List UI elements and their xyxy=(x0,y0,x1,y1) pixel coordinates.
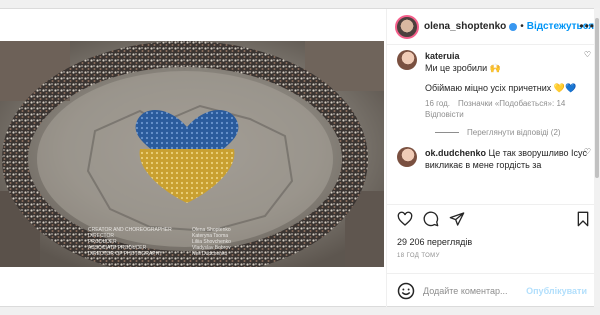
comment-meta: 16 год. Позначки «Подобається»: 14 Відпов… xyxy=(425,98,587,120)
comment-item: ok.dudchenko Це так зворушливо Ісус викл… xyxy=(397,147,591,171)
credits-names: Olena Shoptenko Kateryna Tsoma Liliia Sh… xyxy=(192,227,231,257)
reply-button[interactable]: Відповісти xyxy=(425,110,464,119)
credit-name: Neli Dudchenko xyxy=(192,251,228,257)
comment-author[interactable]: ok.dudchenko xyxy=(425,148,486,158)
comment-likes[interactable]: Позначки «Подобається»: 14 xyxy=(458,99,565,108)
post-header: olena_shoptenko • Відстежуться ••• xyxy=(387,9,600,45)
post-video[interactable]: CREATOR AND CHOREOGRAPHER DIRECTOR PRODU… xyxy=(0,41,384,267)
comment-item: kateruia Ми це зробили 🙌 Обіймаю міцно у… xyxy=(397,50,591,94)
bookmark-icon[interactable] xyxy=(575,211,591,227)
post-time-ago: 18 ГОД ТОМУ xyxy=(397,253,440,259)
comments-list: kateruia Ми це зробили 🙌 Обіймаю міцно у… xyxy=(387,46,595,204)
page-scrollbar[interactable] xyxy=(594,8,600,307)
post-actions-bar xyxy=(387,204,600,234)
comment-text-line: Обіймаю міцно усіх причетних 💛💙 xyxy=(425,83,577,93)
comment-author[interactable]: kateruia xyxy=(425,51,460,61)
video-credits: CREATOR AND CHOREOGRAPHER DIRECTOR PRODU… xyxy=(88,227,231,257)
view-replies-button[interactable]: Переглянути відповіді (2) xyxy=(435,128,587,137)
emoji-icon[interactable] xyxy=(397,282,415,300)
separator-dot: • xyxy=(520,21,524,32)
instagram-post-card: CREATOR AND CHOREOGRAPHER DIRECTOR PRODU… xyxy=(0,8,600,308)
scrollbar-thumb[interactable] xyxy=(595,18,599,178)
author-avatar[interactable] xyxy=(395,14,419,39)
browser-viewport: CREATOR AND CHOREOGRAPHER DIRECTOR PRODU… xyxy=(0,0,600,315)
comment-body: kateruia Ми це зробили 🙌 Обіймаю міцно у… xyxy=(425,50,576,94)
comment-input[interactable] xyxy=(423,286,533,296)
more-horizontal-icon[interactable]: ••• xyxy=(579,19,595,33)
view-replies-label: Переглянути відповіді (2) xyxy=(467,128,561,137)
post-side-panel: olena_shoptenko • Відстежуться ••• kater… xyxy=(386,9,600,308)
view-count[interactable]: 29 206 переглядів xyxy=(397,237,472,247)
comment-text-line: Ми це зробили 🙌 xyxy=(425,63,501,73)
publish-button[interactable]: Опублікувати xyxy=(526,286,587,296)
comment-icon[interactable] xyxy=(423,211,439,227)
comment-body: ok.dudchenko Це так зворушливо Ісус викл… xyxy=(425,147,587,171)
share-icon[interactable] xyxy=(449,211,465,227)
comment-like-heart-icon[interactable]: ♡ xyxy=(584,147,591,156)
replies-divider xyxy=(435,132,459,133)
commenter-avatar[interactable] xyxy=(397,50,417,70)
add-comment-bar: Опублікувати xyxy=(387,273,600,308)
heart-icon[interactable] xyxy=(397,211,413,227)
commenter-avatar[interactable] xyxy=(397,147,417,167)
comment-age: 16 год. xyxy=(425,99,451,108)
credits-roles: CREATOR AND CHOREOGRAPHER DIRECTOR PRODU… xyxy=(88,227,172,257)
author-username[interactable]: olena_shoptenko xyxy=(424,21,506,32)
verified-badge-icon xyxy=(509,22,518,31)
comment-like-heart-icon[interactable]: ♡ xyxy=(584,50,591,59)
credit-role: DIRECTOR OF PHOTOGRAPHY xyxy=(88,251,163,257)
